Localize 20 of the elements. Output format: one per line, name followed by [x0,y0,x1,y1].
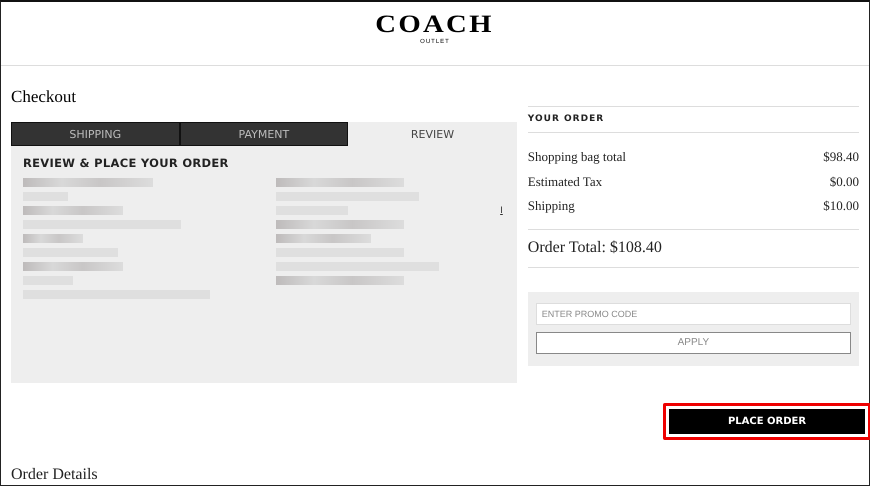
step-tab[interactable]: PAYMENT [180,122,348,146]
order-total: Order Total: $108.40 [528,230,859,268]
line-amount: $0.00 [830,172,859,190]
line-amount: $10.00 [823,197,859,215]
edit-link[interactable]: I [500,206,503,216]
page-title: Checkout [11,86,78,108]
step-tab[interactable]: REVIEW [348,122,517,146]
apply-button[interactable]: APPLY [536,332,851,354]
section-title: Order Details [11,466,98,482]
summary-heading: YOUR ORDER [528,106,859,133]
place-order-button[interactable]: PLACE ORDER [669,408,865,434]
promo-code-field[interactable]: ENTER PROMO CODE [536,302,851,324]
line-amount: $98.40 [823,148,859,166]
line-label: Shipping [528,197,575,215]
step-tab[interactable]: SHIPPING [11,122,180,146]
section-heading: REVIEW & PLACE YOUR ORDER [23,156,230,170]
redacted-text [23,234,83,243]
line-label: Estimated Tax [528,172,602,190]
line-label: Shopping bag total [528,148,626,166]
brand-logo[interactable]: COACH [376,12,494,38]
